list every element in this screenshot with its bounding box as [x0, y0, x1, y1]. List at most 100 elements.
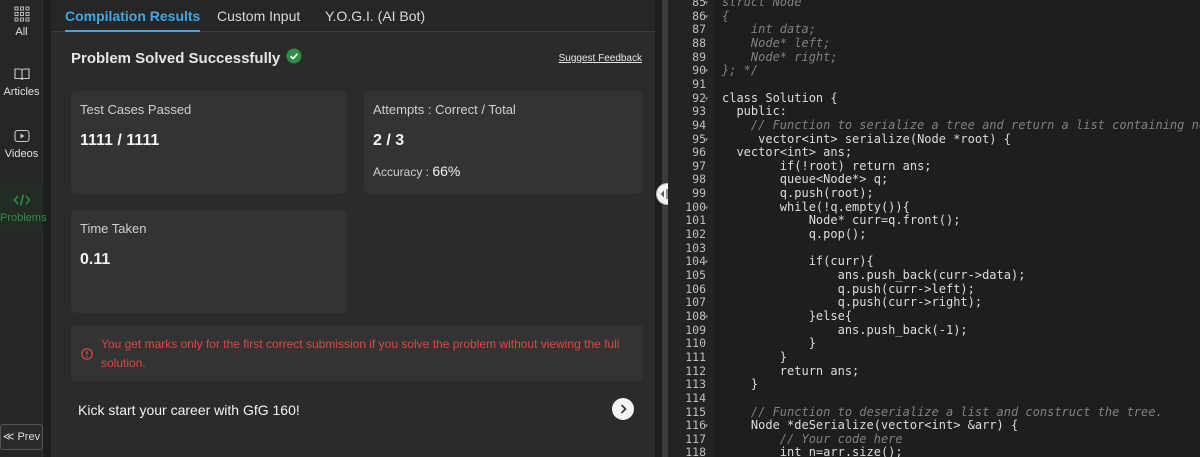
line-number: 111: [685, 349, 706, 364]
code-text: Node* right;: [722, 49, 838, 64]
promo-text: Kick start your career with GfG 160!: [78, 402, 300, 418]
code-text: // Function to deserialize a list and co…: [722, 404, 1163, 419]
line-number: 105: [685, 268, 706, 282]
sidebar-item-label: Videos: [4, 148, 39, 160]
sidebar-item-videos[interactable]: Videos: [0, 128, 43, 160]
line-number: 97: [692, 158, 706, 173]
code-text: if(curr){: [722, 254, 874, 269]
code-text: while(!q.empty()){: [722, 199, 910, 214]
code-text: return ans;: [722, 363, 860, 378]
sidebar-item-problems[interactable]: Problems: [0, 184, 46, 232]
line-number: 117: [685, 431, 706, 446]
promo-banner[interactable]: Kick start your career with GfG 160!: [51, 386, 655, 434]
tab-bar: Compilation Results Custom Input Y.O.G.I…: [51, 0, 655, 32]
line-number: 99: [692, 186, 706, 201]
line-number: 95: [692, 131, 706, 146]
attempts-card: Attempts : Correct / Total 2 / 3 Accurac…: [364, 91, 643, 194]
fold-arrow-icon[interactable]: ▾: [704, 201, 709, 215]
status-text: Problem Solved Successfully: [71, 49, 281, 67]
line-number: 98: [692, 172, 706, 187]
code-text: Node* curr=q.front();: [722, 213, 961, 228]
prev-button[interactable]: ≪ Prev: [0, 424, 43, 450]
code-text: // Function to serialize a tree and retu…: [722, 117, 1200, 132]
line-number: 115: [685, 404, 706, 419]
book-icon: [0, 66, 43, 82]
test-cases-title: Test Cases Passed: [80, 102, 192, 117]
line-number: 93: [692, 104, 706, 119]
line-number: 112: [685, 363, 706, 378]
code-text: // Your code here: [722, 431, 903, 446]
warning-banner: You get marks only for the first correct…: [71, 325, 643, 381]
check-icon: [286, 48, 302, 68]
line-number: 114: [685, 390, 706, 405]
line-number: 90: [692, 63, 706, 78]
fold-arrow-icon[interactable]: ▾: [704, 10, 709, 24]
line-number: 107: [685, 295, 706, 310]
line-number: 101: [685, 213, 706, 228]
code-text: }: [722, 349, 788, 364]
time-taken-value: 0.11: [80, 251, 111, 268]
line-number: 91: [692, 76, 706, 91]
play-icon: [0, 128, 43, 144]
code-text: ans.push_back(curr->data);: [722, 268, 1026, 282]
line-number: 106: [685, 281, 706, 296]
code-text: class Solution {: [722, 90, 838, 105]
code-text: vector<int> serialize(Node *root) {: [722, 131, 1011, 146]
code-text: q.push(curr->right);: [722, 295, 983, 310]
tab-yogi-ai-bot[interactable]: Y.O.G.I. (AI Bot): [325, 0, 425, 32]
line-number: 116: [685, 418, 706, 433]
code-text: }: [722, 377, 759, 392]
line-number: 88: [692, 35, 706, 50]
code-text: q.pop();: [722, 227, 867, 242]
fold-arrow-icon[interactable]: ▾: [704, 133, 709, 147]
code-text: q.push(root);: [722, 186, 874, 201]
line-number: 92: [692, 90, 706, 105]
code-text: Node *deSerialize(vector<int> &arr) {: [722, 418, 1019, 433]
sidebar-item-label: All: [15, 26, 28, 38]
test-cases-value: 1111 / 1111: [80, 132, 160, 149]
line-number: 103: [685, 240, 706, 255]
accuracy-label: Accuracy :: [373, 165, 430, 179]
sidebar-item-articles[interactable]: Articles: [0, 66, 43, 98]
line-number: 94: [692, 117, 706, 132]
accuracy-value: 66%: [432, 163, 461, 179]
sidebar-item-all[interactable]: All: [0, 6, 43, 38]
warning-icon: [81, 347, 93, 365]
fold-arrow-icon[interactable]: ▾: [704, 64, 709, 78]
time-taken-title: Time Taken: [80, 221, 147, 236]
line-number: 102: [685, 227, 706, 242]
fold-arrow-icon[interactable]: ▾: [704, 310, 709, 324]
line-number: 108: [685, 308, 706, 323]
warning-text: You get marks only for the first correct…: [101, 337, 620, 370]
code-text: {: [722, 8, 730, 23]
status-heading: Problem Solved Successfully: [71, 48, 302, 68]
suggest-feedback-link[interactable]: Suggest Feedback: [559, 53, 642, 64]
line-number: 86: [692, 8, 706, 23]
line-number: 96: [692, 145, 706, 160]
code-text: int n=arr.size();: [722, 445, 903, 457]
attempts-title: Attempts : Correct / Total: [373, 102, 516, 117]
fold-arrow-icon[interactable]: ▾: [704, 255, 709, 269]
tab-compilation-results[interactable]: Compilation Results: [65, 0, 201, 32]
tab-custom-input[interactable]: Custom Input: [217, 0, 300, 32]
code-text: struct Node: [722, 0, 802, 9]
code-text: queue<Node*> q;: [722, 172, 889, 187]
line-number: 89: [692, 49, 706, 64]
line-number: 118: [685, 445, 706, 457]
code-text: if(!root) return ans;: [722, 158, 932, 173]
code-text: public:: [722, 104, 788, 119]
chevron-right-icon[interactable]: [612, 398, 634, 420]
line-number: 110: [685, 336, 706, 351]
fold-arrow-icon[interactable]: ▾: [704, 92, 709, 106]
code-icon: [0, 192, 43, 208]
code-text: int data;: [722, 22, 816, 37]
line-number: 113: [685, 377, 706, 392]
grid-icon: [0, 6, 43, 22]
fold-arrow-icon[interactable]: ▾: [704, 419, 709, 433]
code-text: }: [722, 336, 816, 351]
code-editor[interactable]: 85 ▾ struct Node 86 ▾{87 int data; 88 Node* l…: [668, 0, 1200, 457]
line-number: 109: [685, 322, 706, 337]
attempts-value: 2 / 3: [373, 132, 405, 149]
line-number: 104: [685, 254, 706, 269]
accuracy: Accuracy : 66%: [373, 163, 460, 179]
